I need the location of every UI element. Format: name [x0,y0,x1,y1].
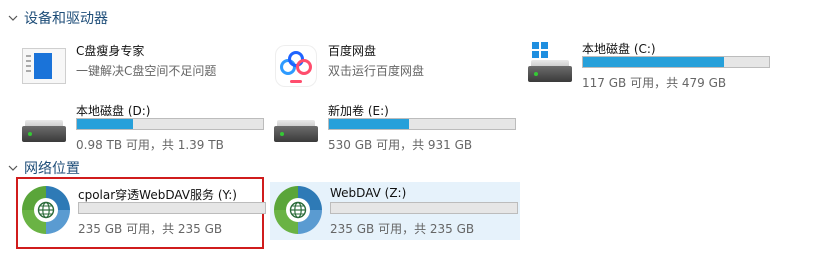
chevron-down-icon [8,13,18,23]
tile-subtitle: 530 GB 可用，共 931 GB [328,138,473,152]
tile-baidu-netdisk[interactable]: 百度网盘 双击运行百度网盘 [270,40,520,100]
capacity-bar [330,202,518,214]
tile-title: WebDAV (Z:) [330,186,407,200]
network-globe-icon [20,184,72,236]
drive-icon [18,100,70,152]
tile-title: 本地磁盘 (C:) [582,42,656,56]
tile-title: C盘瘦身专家 [76,44,145,58]
c-disk-slim-icon [18,40,70,92]
group-header-network[interactable]: 网络位置 [8,158,80,178]
tile-network-z[interactable]: WebDAV (Z:) 235 GB 可用，共 235 GB [272,184,522,244]
tile-drive-c[interactable]: 本地磁盘 (C:) 117 GB 可用，共 479 GB [524,38,774,98]
baidu-netdisk-icon [270,40,322,92]
drive-icon [524,38,576,90]
tile-drive-e[interactable]: 新加卷 (E:) 530 GB 可用，共 931 GB [270,100,520,160]
tile-subtitle: 235 GB 可用，共 235 GB [330,222,475,236]
group-header-devices[interactable]: 设备和驱动器 [8,8,108,28]
capacity-bar [582,56,770,68]
chevron-down-icon [8,163,18,173]
group-label: 设备和驱动器 [24,11,108,27]
group-label: 网络位置 [24,161,80,177]
capacity-bar [78,202,266,214]
capacity-bar [76,118,264,130]
drive-icon [270,100,322,152]
tile-subtitle: 117 GB 可用，共 479 GB [582,76,727,90]
tile-subtitle: 0.98 TB 可用，共 1.39 TB [76,138,224,152]
tile-network-y[interactable]: cpolar穿透WebDAV服务 (Y:) 235 GB 可用，共 235 GB [20,184,270,244]
tile-drive-d[interactable]: 本地磁盘 (D:) 0.98 TB 可用，共 1.39 TB [18,100,268,160]
this-pc-view: 设备和驱动器 C盘瘦身专家 一键解决C盘空间不足问题 百度网盘 双击运行百度网盘… [0,0,823,278]
windows-logo-icon [532,42,548,58]
tile-title: 本地磁盘 (D:) [76,104,151,118]
tile-title: 新加卷 (E:) [328,104,389,118]
network-globe-icon [272,184,324,236]
tile-c-disk-slim[interactable]: C盘瘦身专家 一键解决C盘空间不足问题 [18,40,268,100]
tile-subtitle: 235 GB 可用，共 235 GB [78,222,223,236]
tile-subtitle: 双击运行百度网盘 [328,64,425,78]
tile-title: cpolar穿透WebDAV服务 (Y:) [78,188,237,202]
tile-title: 百度网盘 [328,44,377,58]
capacity-bar [328,118,516,130]
tile-subtitle: 一键解决C盘空间不足问题 [76,64,217,78]
